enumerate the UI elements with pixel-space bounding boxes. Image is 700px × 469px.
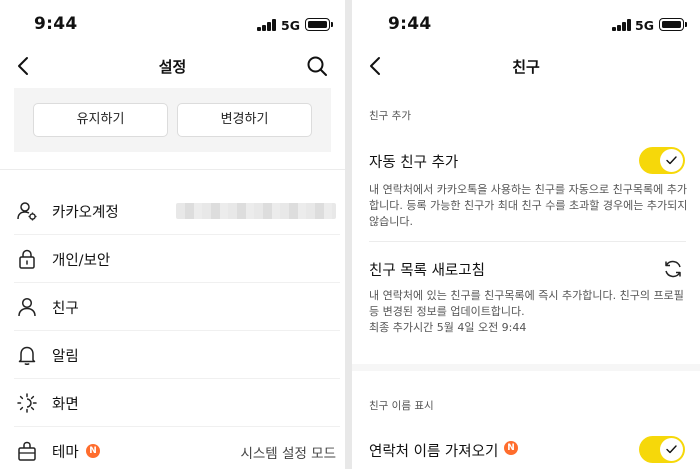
change-button[interactable]: 변경하기: [177, 103, 312, 137]
check-icon: [666, 445, 677, 454]
battery-icon: [305, 18, 333, 31]
settings-header: 설정: [0, 48, 345, 88]
toggle-knob: [660, 438, 683, 461]
toggle-knob: [660, 149, 683, 172]
section-divider: [0, 169, 345, 170]
refresh-last-time: 최종 추가시간 5월 4일 오전 9:44: [369, 321, 527, 334]
section-gap: [352, 364, 700, 371]
account-icon: [17, 202, 37, 221]
import-name-toggle[interactable]: [639, 436, 685, 463]
menu-label-theme: 테마: [52, 445, 79, 461]
page-title: 설정: [158, 58, 187, 76]
import-name-title: 연락처 이름 가져오기: [369, 444, 499, 460]
lock-icon: [19, 249, 35, 269]
check-icon: [666, 156, 677, 165]
section-label-add-friends: 친구 추가: [369, 110, 411, 122]
menu-item-theme[interactable]: 테마 N 시스템 설정 모드: [14, 427, 336, 469]
theme-icon: [18, 441, 36, 461]
menu-item-notifications[interactable]: 알림: [14, 331, 340, 379]
refresh-title: 친구 목록 새로고침: [369, 263, 485, 279]
battery-icon: [659, 18, 687, 31]
menu-label-kakao-account: 카카오계정: [52, 205, 119, 221]
profile-change-box: 유지하기 변경하기: [14, 88, 331, 152]
panel-divider: [345, 0, 352, 469]
auto-add-title: 자동 친구 추가: [369, 155, 459, 171]
status-time: 9:44: [34, 14, 78, 34]
page-title: 친구: [512, 58, 540, 76]
menu-item-privacy[interactable]: 개인/보안: [14, 235, 340, 283]
option-divider: [369, 241, 686, 242]
status-bar: 9:44 5G: [352, 0, 700, 48]
theme-mode-value: 시스템 설정 모드: [240, 446, 336, 462]
menu-label-friends: 친구: [52, 301, 79, 317]
section-label-friend-name: 친구 이름 표시: [369, 400, 434, 412]
network-label: 5G: [635, 18, 654, 33]
new-badge: N: [504, 441, 518, 455]
menu-label-display: 화면: [52, 397, 79, 413]
status-bar: 9:44 5G: [0, 0, 345, 48]
network-label: 5G: [281, 18, 300, 33]
signal-icon: [612, 19, 631, 31]
keep-button[interactable]: 유지하기: [33, 103, 168, 137]
auto-add-description: 내 연락처에서 카카오톡을 사용하는 친구를 자동으로 친구목록에 추가합니다.…: [369, 183, 688, 228]
friends-header: 친구: [352, 48, 700, 88]
new-badge: N: [86, 444, 100, 458]
status-time: 9:44: [388, 14, 432, 34]
menu-label-notifications: 알림: [52, 349, 79, 365]
friends-settings-screen: 9:44 5G 친구 친구 추가 자동 친구 추가 내 연락처에서 카카오톡을 …: [352, 0, 700, 469]
refresh-description: 내 연락처에 있는 친구를 친구목록에 즉시 추가합니다. 친구의 프로필 등 …: [369, 289, 684, 318]
menu-label-privacy: 개인/보안: [52, 253, 111, 269]
account-email-blurred: [176, 203, 336, 219]
search-icon[interactable]: [305, 54, 329, 78]
bell-icon: [18, 346, 36, 365]
brightness-icon: [17, 393, 37, 413]
person-icon: [18, 297, 36, 317]
menu-item-kakao-account[interactable]: 카카오계정: [14, 187, 340, 235]
refresh-icon[interactable]: [662, 258, 684, 280]
menu-item-display[interactable]: 화면: [14, 379, 340, 427]
settings-screen: 9:44 5G 설정 유지하기 변경하기 카카오계정 개인/보안 친구 알림 화…: [0, 0, 345, 469]
menu-item-friends[interactable]: 친구: [14, 283, 340, 331]
signal-icon: [257, 19, 276, 31]
auto-add-toggle[interactable]: [639, 147, 685, 174]
